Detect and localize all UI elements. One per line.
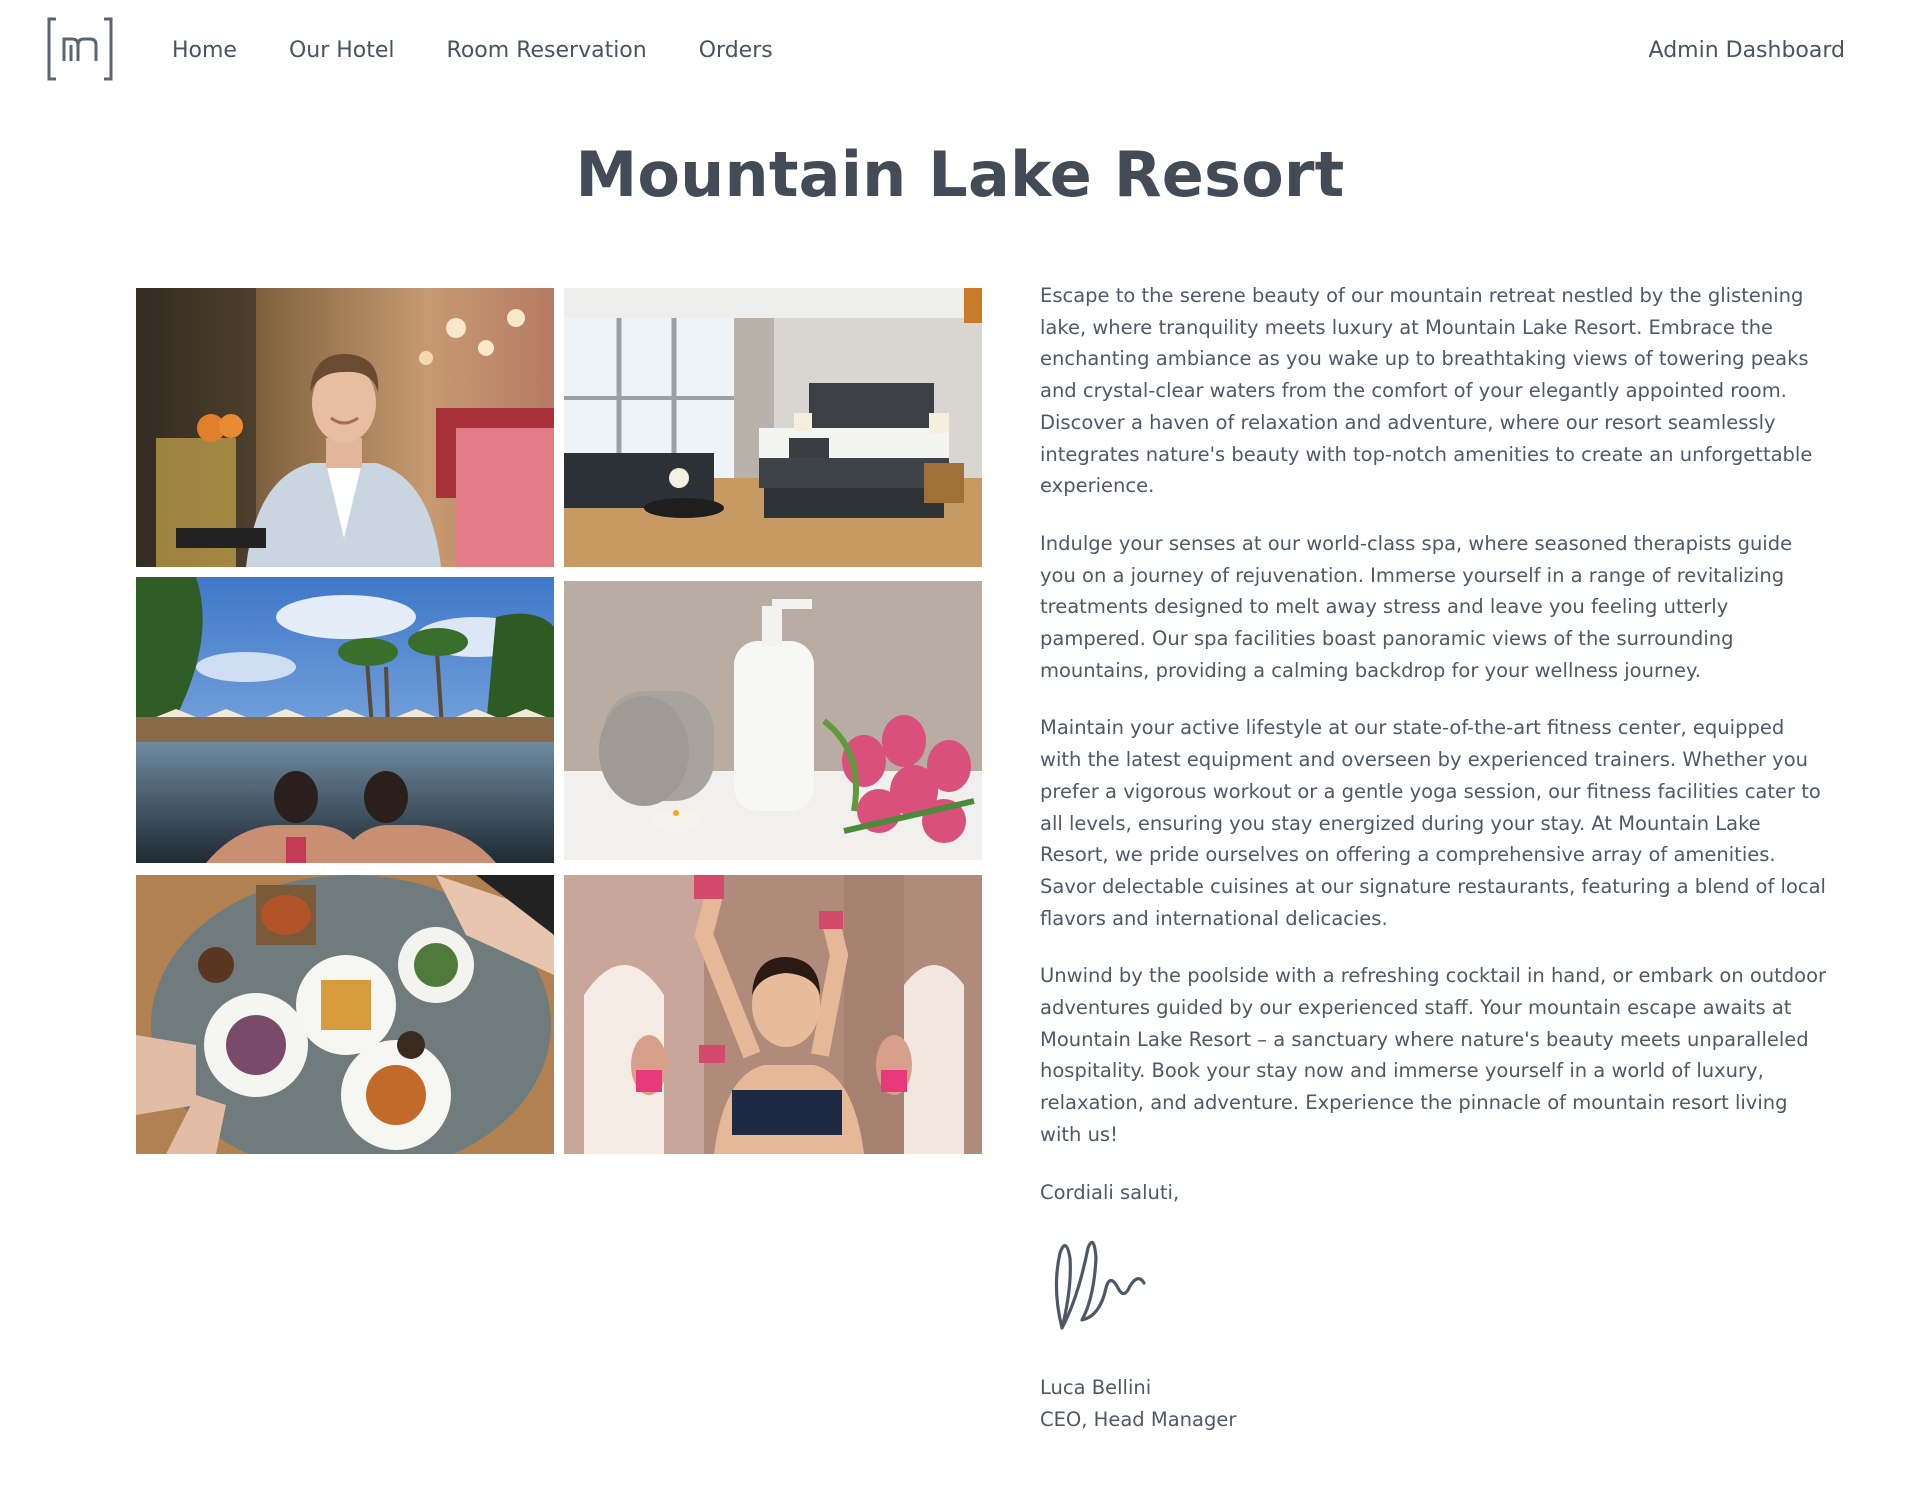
signature-icon — [1054, 1241, 1146, 1330]
nav-admin-dashboard[interactable]: Admin Dashboard — [1649, 0, 1845, 100]
signer-name: Luca Bellini — [1040, 1376, 1152, 1400]
page-title: Mountain Lake Resort — [575, 138, 1345, 211]
closing-greeting: Cordiali saluti, — [1040, 1180, 1180, 1204]
restaurant-host-photo — [136, 288, 554, 567]
signer-role: CEO, Head Manager — [1040, 1407, 1237, 1431]
spa-amenities-photo — [564, 581, 982, 860]
nav-links: Home Our Hotel Room Reservation Orders — [172, 0, 773, 100]
hotel-bedroom-photo — [564, 288, 982, 567]
about-paragraph: Indulge your senses at our world-class s… — [1040, 531, 1793, 682]
nav-room-reservation[interactable]: Room Reservation — [447, 38, 647, 63]
about-content: Escape to the serene beauty of our mount… — [1040, 280, 1830, 1436]
navbar: Home Our Hotel Room Reservation Orders A… — [0, 0, 1920, 100]
about-paragraph: Maintain your active lifestyle at our st… — [1040, 716, 1826, 930]
nav-our-hotel[interactable]: Our Hotel — [289, 38, 395, 63]
infinity-pool-photo — [136, 577, 554, 863]
about-paragraph: Escape to the serene beauty of our mount… — [1040, 284, 1813, 498]
fitness-class-photo — [564, 875, 982, 1154]
nav-home[interactable]: Home — [172, 38, 237, 63]
photo-gallery — [136, 288, 982, 1154]
about-paragraph: Unwind by the poolside with a refreshing… — [1040, 964, 1827, 1146]
breakfast-table-photo — [136, 875, 554, 1154]
logo-icon[interactable] — [46, 17, 114, 81]
page: Home Our Hotel Room Reservation Orders A… — [0, 0, 1920, 1507]
nav-orders[interactable]: Orders — [699, 38, 773, 63]
